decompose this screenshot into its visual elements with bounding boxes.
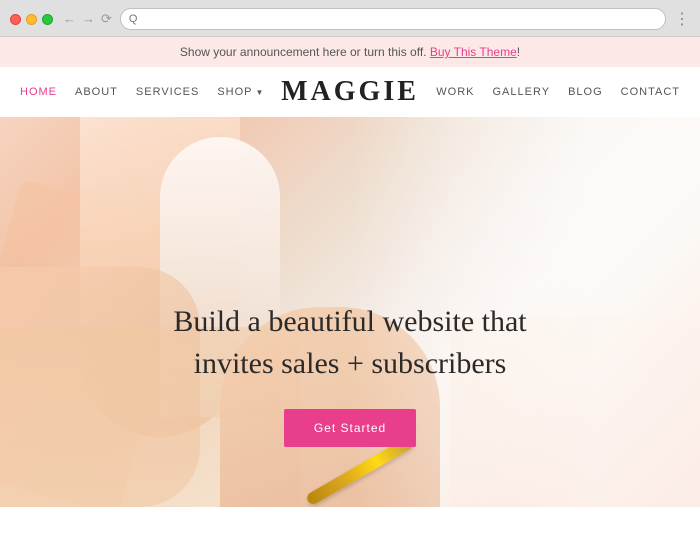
site-logo[interactable]: MAGGIE bbox=[281, 76, 419, 108]
nav-shop[interactable]: SHOP ▼ bbox=[217, 86, 264, 98]
nav-links-right: WORK GALLERY BLOG CONTACT bbox=[436, 86, 680, 98]
website-content: Show your announcement here or turn this… bbox=[0, 37, 700, 527]
announcement-bar: Show your announcement here or turn this… bbox=[0, 37, 700, 67]
nav-services[interactable]: SERVICES bbox=[136, 86, 199, 98]
minimize-dot[interactable] bbox=[26, 14, 37, 25]
chevron-down-icon: ▼ bbox=[256, 88, 265, 97]
main-nav: HOME ABOUT SERVICES SHOP ▼ MAGGIE WORK G… bbox=[0, 67, 700, 117]
browser-menu-icon[interactable]: ⋮ bbox=[674, 9, 690, 29]
announcement-text: Show your announcement here or turn this… bbox=[180, 45, 430, 59]
nav-gallery[interactable]: GALLERY bbox=[493, 86, 551, 98]
browser-controls: ← → ⟳ bbox=[63, 11, 112, 27]
hero-title: Build a beautiful website that invites s… bbox=[80, 301, 620, 385]
buy-theme-link[interactable]: Buy This Theme bbox=[430, 45, 517, 59]
hero-title-line2: invites sales + subscribers bbox=[194, 347, 507, 380]
get-started-button[interactable]: Get Started bbox=[284, 409, 416, 447]
address-bar[interactable] bbox=[120, 8, 666, 30]
browser-titlebar: ← → ⟳ ⋮ bbox=[0, 0, 700, 36]
nav-links-left: HOME ABOUT SERVICES SHOP ▼ bbox=[20, 86, 264, 98]
refresh-icon[interactable]: ⟳ bbox=[101, 11, 112, 27]
nav-contact[interactable]: CONTACT bbox=[621, 86, 680, 98]
hero-title-line1: Build a beautiful website that bbox=[173, 305, 526, 338]
close-dot[interactable] bbox=[10, 14, 21, 25]
back-arrow-icon[interactable]: ← bbox=[63, 11, 76, 27]
browser-chrome: ← → ⟳ ⋮ bbox=[0, 0, 700, 37]
maximize-dot[interactable] bbox=[42, 14, 53, 25]
nav-about[interactable]: ABOUT bbox=[75, 86, 118, 98]
nav-blog[interactable]: BLOG bbox=[568, 86, 603, 98]
nav-home[interactable]: HOME bbox=[20, 86, 57, 98]
browser-dots bbox=[10, 14, 53, 25]
hero-content: Build a beautiful website that invites s… bbox=[0, 301, 700, 447]
address-input[interactable] bbox=[129, 13, 657, 25]
hero-section: Build a beautiful website that invites s… bbox=[0, 117, 700, 507]
nav-work[interactable]: WORK bbox=[436, 86, 474, 98]
forward-arrow-icon[interactable]: → bbox=[82, 11, 95, 27]
nav-shop-label: SHOP bbox=[217, 86, 252, 98]
